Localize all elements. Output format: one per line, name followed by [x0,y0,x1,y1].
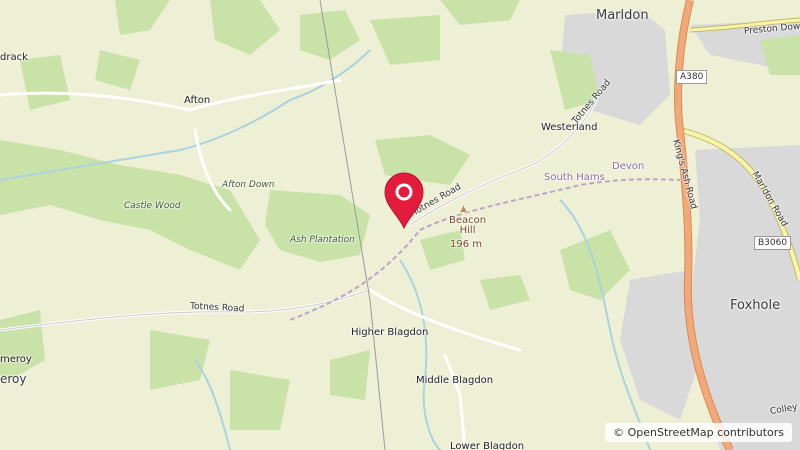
region-label-south-hams: South Hams [544,172,605,183]
road-shield-a380: A380 [676,70,708,84]
region-label-devon: Devon [612,161,645,172]
place-label-foxhole: Foxhole [730,298,781,313]
map-canvas[interactable]: Marldon Afton Afton Down Castle Wood Ash… [0,0,800,450]
attribution-link[interactable]: OpenStreetMap contributors [628,426,784,439]
place-label-ash-plantation: Ash Plantation [290,235,355,245]
map-attribution[interactable]: © OpenStreetMap contributors [605,423,792,442]
place-label-higher-blagdon: Higher Blagdon [351,327,429,338]
peak-icon: ▲ [460,204,467,214]
beacon-hill-elevation: 196 m [450,239,483,250]
place-label-marldon: Marldon [596,8,649,23]
map-pin-icon[interactable] [381,170,427,230]
place-label-afton-down: Afton Down [222,180,275,190]
road-shield-b3060: B3060 [754,236,792,250]
place-label-partial-meroy: meroy [0,354,32,365]
place-label-lower-blagdon: Lower Blagdon [450,441,525,450]
place-label-partial-eroy: eroy [0,372,27,386]
place-label-westerland: Westerland [541,122,598,133]
place-label-middle-blagdon: Middle Blagdon [416,375,494,386]
place-label-beacon-hill: Beacon Hill [449,215,487,236]
place-label-castle-wood: Castle Wood [124,201,181,211]
place-label-afton: Afton [184,95,211,106]
copyright-symbol: © [613,426,625,439]
place-label-partial-drack: drack [0,52,28,63]
